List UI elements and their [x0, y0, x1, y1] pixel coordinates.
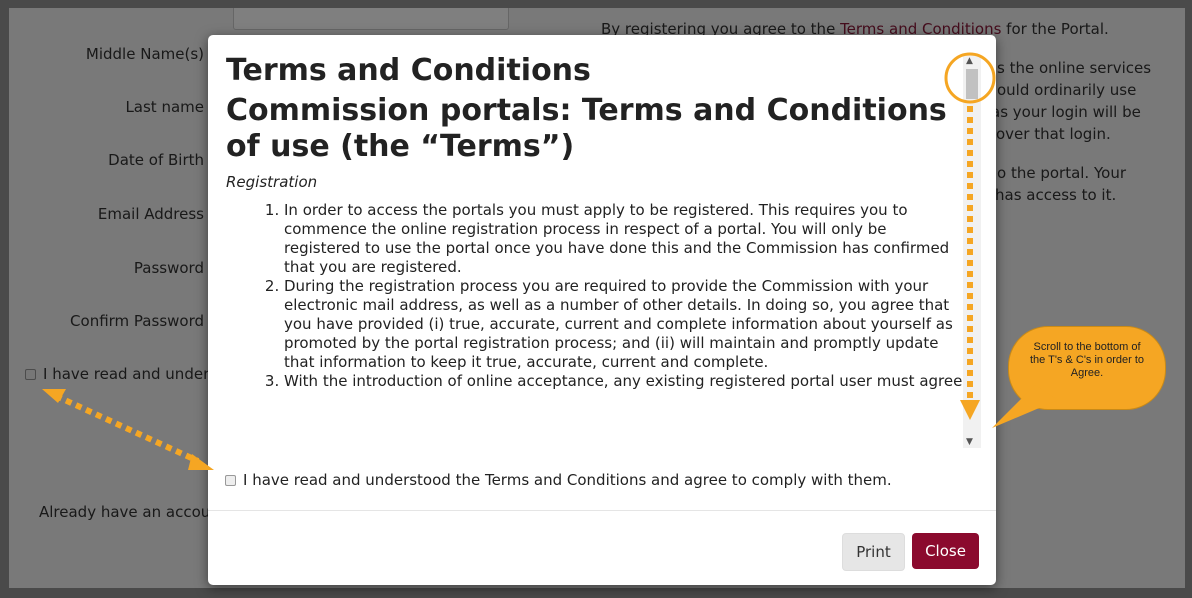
frame-border [0, 588, 1192, 598]
modal-title: Terms and Conditions [226, 53, 591, 88]
terms-heading-line1: Commission portals: Terms and Conditions [226, 93, 947, 128]
agree-checkbox-row[interactable]: I have read and understood the Terms and… [225, 471, 892, 489]
scroll-hint-callout: Scroll to the bottom of the T's & C's in… [1008, 326, 1166, 410]
print-button[interactable]: Print [842, 533, 905, 571]
terms-modal: Terms and Conditions Commission portals:… [208, 35, 996, 585]
terms-list: In order to access the portals you must … [226, 201, 966, 391]
section-registration: Registration [226, 173, 318, 191]
terms-item: With the introduction of online acceptan… [284, 372, 966, 391]
terms-heading-line2: of use (the “Terms”) [226, 129, 575, 164]
terms-scroll-area[interactable]: Terms and Conditions Commission portals:… [226, 53, 966, 448]
terms-item: In order to access the portals you must … [284, 201, 966, 277]
screenshot-frame: Middle Name(s) Last name Date of Birth E… [0, 0, 1192, 598]
scroll-down-icon[interactable]: ▼ [966, 437, 973, 447]
agree-label: I have read and understood the Terms and… [243, 471, 892, 489]
scroll-up-icon[interactable]: ▲ [966, 56, 973, 66]
close-button[interactable]: Close [912, 533, 979, 569]
frame-border [0, 0, 9, 598]
frame-border [0, 0, 1192, 8]
terms-item: During the registration process you are … [284, 277, 966, 372]
scrollbar-thumb[interactable] [966, 69, 978, 99]
terms-scrollbar[interactable]: ▲ ▼ [963, 55, 981, 448]
agree-checkbox[interactable] [225, 474, 236, 486]
callout-text: Scroll to the bottom of the T's & C's in… [1029, 341, 1145, 379]
modal-footer-divider [208, 510, 996, 511]
frame-border [1185, 0, 1192, 598]
terms-heading: Commission portals: Terms and Conditions… [226, 93, 966, 165]
